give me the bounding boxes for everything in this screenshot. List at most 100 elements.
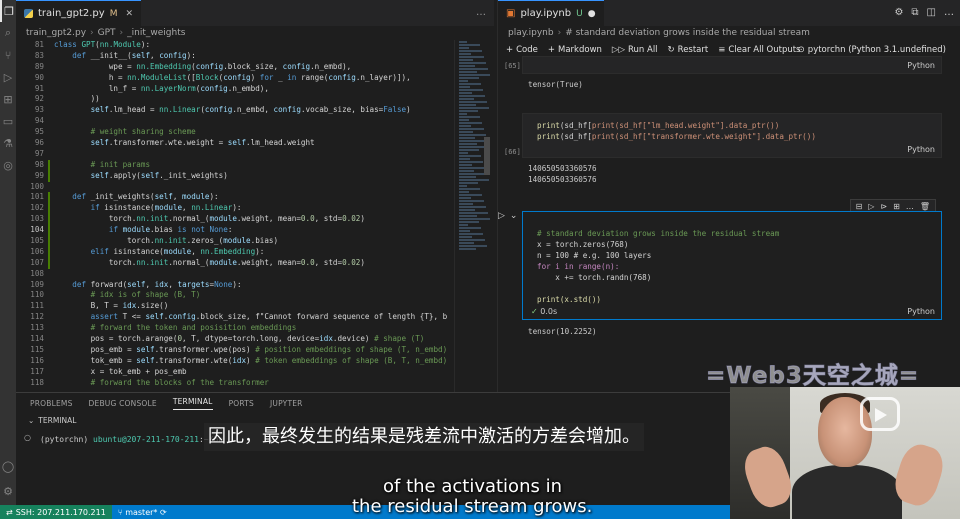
line-number[interactable]: 112: [16, 312, 44, 323]
minimap-line: [459, 47, 469, 49]
settings-gear-icon[interactable]: ⚙: [894, 7, 903, 18]
notebook-cell-focused[interactable]: # standard deviation grows inside the re…: [522, 211, 942, 320]
delete-cell-icon[interactable]: 🗑: [920, 202, 930, 211]
line-number[interactable]: 104: [16, 225, 44, 236]
line-number[interactable]: 92: [16, 94, 44, 105]
tab-ports[interactable]: PORTS: [229, 399, 254, 408]
line-number[interactable]: 102: [16, 203, 44, 214]
more-actions-icon[interactable]: …: [906, 202, 914, 211]
breadcrumb-file[interactable]: train_gpt2.py: [26, 28, 86, 38]
cell-source[interactable]: print(sd_hf[print(sd_hf["lm_head.weight"…: [523, 114, 941, 148]
add-markdown-cell-button[interactable]: + Markdown: [548, 45, 602, 55]
line-number[interactable]: 103: [16, 214, 44, 225]
line-number[interactable]: 97: [16, 149, 44, 160]
clear-all-outputs-button[interactable]: ≡ Clear All Outputs: [718, 45, 800, 55]
cell-language[interactable]: Python: [907, 145, 935, 154]
breadcrumb-cell[interactable]: # standard deviation grows inside the re…: [565, 28, 810, 38]
line-number[interactable]: 107: [16, 258, 44, 269]
tab-train-gpt2[interactable]: train_gpt2.py M ✕: [16, 0, 142, 26]
subtitle-english-line-1: of the activations in: [383, 476, 562, 497]
tab-play-ipynb[interactable]: ▣ play.ipynb U ●: [498, 0, 604, 26]
line-number[interactable]: 93: [16, 105, 44, 116]
close-icon[interactable]: ✕: [125, 9, 133, 19]
line-number[interactable]: 110: [16, 290, 44, 301]
remote-explorer-icon[interactable]: ▭: [0, 110, 16, 132]
restart-button[interactable]: ↻ Restart: [668, 45, 709, 55]
breadcrumb-class[interactable]: GPT: [98, 28, 116, 38]
line-number[interactable]: 98: [16, 160, 44, 171]
line-number[interactable]: 106: [16, 247, 44, 258]
run-cell-icon[interactable]: ▷: [498, 211, 505, 221]
line-number[interactable]: 91: [16, 84, 44, 95]
open-changes-icon[interactable]: ⧉: [911, 7, 918, 18]
chevron-down-icon[interactable]: ⌄: [510, 211, 518, 221]
more-actions-icon[interactable]: …: [476, 7, 486, 18]
cell-language[interactable]: Python: [907, 307, 935, 316]
remote-label: SSH: 207.211.170.211: [15, 507, 106, 517]
breadcrumb-file[interactable]: play.ipynb: [508, 28, 554, 38]
line-number[interactable]: 108: [16, 269, 44, 280]
line-number[interactable]: 100: [16, 182, 44, 193]
line-number[interactable]: 81: [16, 40, 44, 51]
branch-indicator[interactable]: ⑂ master* ⟳: [112, 508, 173, 517]
split-cell-icon[interactable]: ⊞: [893, 202, 900, 211]
code-line: 97: [16, 149, 494, 160]
minimap-line: [459, 128, 484, 130]
remote-indicator[interactable]: ⇄ SSH: 207.211.170.211: [0, 505, 112, 519]
run-all-button[interactable]: ▷▷ Run All: [612, 45, 658, 55]
line-number[interactable]: 99: [16, 171, 44, 182]
line-number[interactable]: 113: [16, 323, 44, 334]
search-icon[interactable]: ⌕: [0, 22, 16, 44]
extensions-icon[interactable]: ⊞: [0, 88, 16, 110]
minimap-line: [459, 68, 488, 70]
line-number[interactable]: 83: [16, 51, 44, 62]
run-debug-icon[interactable]: ▷: [0, 66, 16, 88]
jupyter-icon[interactable]: ◎: [0, 154, 16, 176]
breadcrumb-method[interactable]: _init_weights: [127, 28, 185, 38]
minimap-line: [459, 194, 482, 196]
line-number[interactable]: 96: [16, 138, 44, 149]
run-cell-and-below-icon[interactable]: ⊳: [880, 202, 887, 211]
execute-below-icon[interactable]: ▷: [868, 202, 874, 211]
line-number[interactable]: 101: [16, 192, 44, 203]
tab-problems[interactable]: PROBLEMS: [30, 399, 73, 408]
line-number[interactable]: 90: [16, 73, 44, 84]
editor-tab-bar: train_gpt2.py M ✕ …: [16, 0, 494, 26]
line-number[interactable]: 111: [16, 301, 44, 312]
terminal-prompt[interactable]: (pytorchn) ubuntu@207-211-170-211:~/bu: [40, 435, 223, 444]
notebook-cell[interactable]: print(sd_hf[print(sd_hf["lm_head.weight"…: [522, 113, 942, 158]
account-icon[interactable]: ◯: [0, 455, 16, 477]
code-editor-train-gpt2: train_gpt2.py M ✕ … train_gpt2.py › GPT …: [16, 0, 494, 392]
scrollbar-thumb[interactable]: [484, 137, 490, 175]
tab-terminal[interactable]: TERMINAL: [172, 397, 213, 410]
cell-language[interactable]: Python: [907, 61, 935, 70]
line-number[interactable]: 105: [16, 236, 44, 247]
tab-jupyter[interactable]: JUPYTER: [270, 399, 303, 408]
add-code-cell-button[interactable]: + Code: [506, 45, 538, 55]
line-number[interactable]: 115: [16, 345, 44, 356]
line-number[interactable]: 95: [16, 127, 44, 138]
minimap[interactable]: [454, 40, 494, 392]
testing-icon[interactable]: ⚗: [0, 132, 16, 154]
code-line: 94: [16, 116, 494, 127]
cell-source[interactable]: # standard deviation grows inside the re…: [523, 212, 941, 311]
line-number[interactable]: 89: [16, 62, 44, 73]
more-actions-icon[interactable]: …: [944, 7, 954, 18]
settings-gear-icon[interactable]: ⚙: [0, 480, 16, 502]
line-number[interactable]: 118: [16, 378, 44, 389]
line-number[interactable]: 94: [16, 116, 44, 127]
split-editor-icon[interactable]: ◫: [927, 7, 936, 18]
source-control-icon[interactable]: ⑂: [0, 44, 16, 66]
explorer-icon[interactable]: ❐: [0, 0, 16, 22]
tab-debug-console[interactable]: DEBUG CONSOLE: [89, 399, 157, 408]
kernel-picker[interactable]: ⊙ pytorchn (Python 3.1.undefined): [798, 45, 946, 55]
code-area[interactable]: 81 class GPT(nn.Module): 83 def __init__(s…: [16, 40, 494, 392]
execute-above-icon[interactable]: ⊟: [856, 202, 863, 211]
notebook-cell[interactable]: Python: [522, 56, 942, 74]
subtitle-english-line-2: the residual stream grows.: [352, 496, 593, 517]
line-number[interactable]: 114: [16, 334, 44, 345]
line-number[interactable]: 109: [16, 280, 44, 291]
line-number[interactable]: 116: [16, 356, 44, 367]
unsaved-dot-icon[interactable]: ●: [588, 9, 596, 19]
line-number[interactable]: 117: [16, 367, 44, 378]
